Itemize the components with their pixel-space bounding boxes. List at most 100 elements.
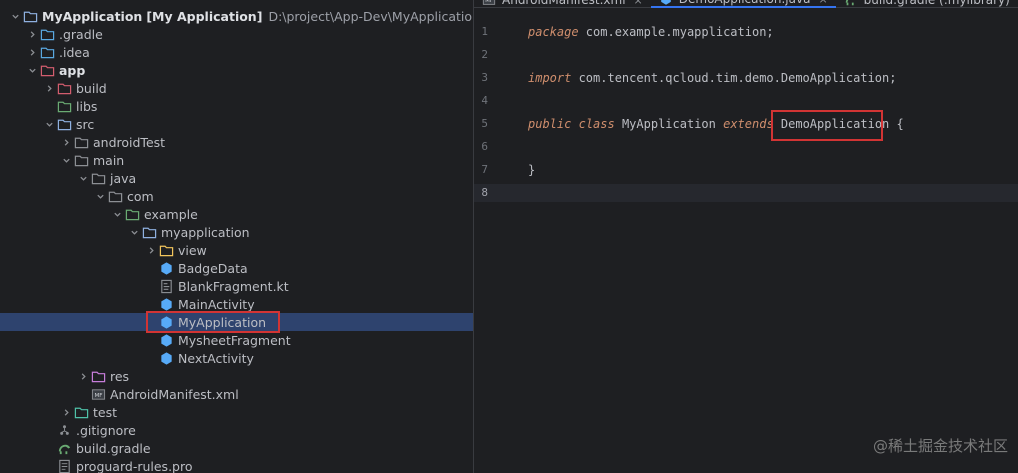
tab-label: build.gradle (:mylibrary)	[863, 0, 1010, 7]
chevron-right-icon[interactable]	[25, 43, 39, 61]
tree-item-view[interactable]: view	[0, 241, 473, 259]
chevron-down-icon[interactable]	[76, 169, 90, 187]
chevron-down-icon[interactable]	[25, 61, 39, 79]
tree-item-build[interactable]: build	[0, 79, 473, 97]
tree-item-main[interactable]: main	[0, 151, 473, 169]
tree-item-label: view	[178, 242, 207, 258]
tree-item-mysheetfragment[interactable]: MysheetFragment	[0, 331, 473, 349]
tree-item-label: res	[110, 368, 130, 384]
tree-item-label: test	[93, 404, 118, 420]
tree-item-label: AndroidManifest.xml	[110, 386, 239, 402]
tree-item-androidtest[interactable]: androidTest	[0, 133, 473, 151]
gradle-file-icon	[844, 0, 858, 7]
line-number-gutter[interactable]: 1 2 3 4 5 6 7 8	[474, 16, 522, 473]
tree-item-java[interactable]: java	[0, 169, 473, 187]
excluded-folder-icon	[56, 80, 72, 96]
tree-item-idea[interactable]: .idea	[0, 43, 473, 61]
tree-item-myapplication[interactable]: myapplication	[0, 223, 473, 241]
code-text: }	[528, 163, 536, 177]
chevron-right-icon[interactable]	[144, 241, 158, 259]
tree-item-myapplication[interactable]: MyApplication	[0, 313, 473, 331]
tree-item-blankfragment-kt[interactable]: BlankFragment.kt	[0, 277, 473, 295]
chevron-down-icon[interactable]	[59, 151, 73, 169]
java-class-icon	[158, 332, 174, 348]
tree-item-badgedata[interactable]: BadgeData	[0, 259, 473, 277]
code-keyword: class	[578, 117, 615, 131]
chevron-down-icon[interactable]	[110, 205, 124, 223]
chevron-down-icon[interactable]	[127, 223, 141, 241]
tree-item-build-gradle[interactable]: build.gradle	[0, 439, 473, 457]
chevron-right-icon[interactable]	[42, 79, 56, 97]
tree-item-src[interactable]: src	[0, 115, 473, 133]
tree-item-label: .gradle	[59, 26, 103, 42]
tree-item-com[interactable]: com	[0, 187, 473, 205]
tab-build-gradle-mylibrary[interactable]: build.gradle (:mylibrary)	[836, 0, 1018, 8]
chevron-down-icon[interactable]	[8, 7, 22, 25]
tree-item-test[interactable]: test	[0, 403, 473, 421]
tree-item-nextactivity[interactable]: NextActivity	[0, 349, 473, 367]
watermark: @稀土掘金技术社区	[872, 437, 1008, 455]
tree-item-label: build	[76, 80, 107, 96]
tab-label: DemoApplication.java	[679, 0, 811, 6]
tree-item-mainactivity[interactable]: MainActivity	[0, 295, 473, 313]
chevron-right-icon[interactable]	[25, 25, 39, 43]
module-folder-icon	[22, 8, 38, 24]
tab-demoapplication-java[interactable]: DemoApplication.java ×	[650, 0, 836, 8]
kotlin-file-icon	[158, 278, 174, 294]
test-folder-icon	[73, 404, 89, 420]
code-line[interactable]: package com.example.myapplication;	[528, 23, 774, 41]
tree-item-label: .gitignore	[76, 422, 136, 438]
tree-item-libs[interactable]: libs	[0, 97, 473, 115]
chevron-right-icon[interactable]	[76, 367, 90, 385]
java-class-icon	[158, 350, 174, 366]
tree-item-androidmanifest-xml[interactable]: MF AndroidManifest.xml	[0, 385, 473, 403]
code-line[interactable]: import com.tencent.qcloud.tim.demo.DemoA…	[528, 69, 896, 87]
manifest-file-icon: MF	[90, 386, 106, 402]
chevron-down-icon[interactable]	[93, 187, 107, 205]
folder-icon	[90, 170, 106, 186]
tree-item-gitignore[interactable]: .gitignore	[0, 421, 473, 439]
java-class-icon	[158, 260, 174, 276]
tab-androidmanifest-xml[interactable]: MF AndroidManifest.xml ×	[474, 0, 651, 8]
folder-icon	[73, 152, 89, 168]
tree-item-app[interactable]: app	[0, 61, 473, 79]
project-path: D:\project\App-Dev\MyApplication	[268, 8, 473, 24]
line-number: 3	[481, 71, 488, 84]
tree-item-label: NextActivity	[178, 350, 254, 366]
chevron-right-icon[interactable]	[59, 403, 73, 421]
code-area[interactable]: package com.example.myapplication; import…	[528, 16, 1018, 473]
folder-icon	[141, 224, 157, 240]
project-tree[interactable]: MyApplication [My Application] D:\project\…	[0, 0, 473, 473]
tree-item-label: myapplication	[161, 224, 250, 240]
close-icon[interactable]: ×	[818, 0, 827, 6]
code-line[interactable]: }	[528, 161, 535, 179]
code-editor[interactable]: MFAndroidManifest.xml×DemoApplication.ja…	[474, 0, 1018, 473]
folder-icon	[39, 44, 55, 60]
library-folder-icon	[56, 98, 72, 114]
folder-icon	[158, 242, 174, 258]
text-file-icon	[56, 458, 72, 473]
tree-item-proguard-rules-pro[interactable]: proguard-rules.pro	[0, 457, 473, 473]
chevron-down-icon[interactable]	[42, 115, 56, 133]
chevron-right-icon[interactable]	[59, 133, 73, 151]
folder-icon	[39, 26, 55, 42]
tree-item-label: MysheetFragment	[178, 332, 291, 348]
tree-item-myapplication[interactable]: MyApplication [My Application] D:\project\…	[0, 7, 473, 25]
tree-item-example[interactable]: example	[0, 205, 473, 223]
tree-item-label: MyApplication	[178, 314, 267, 330]
code-keyword: extends	[723, 117, 774, 131]
code-keyword: import	[528, 71, 572, 85]
project-name-label: [My Application]	[146, 8, 263, 24]
resource-folder-icon	[90, 368, 106, 384]
tree-item-res[interactable]: res	[0, 367, 473, 385]
java-class-icon	[659, 0, 673, 6]
close-icon[interactable]: ×	[634, 0, 643, 7]
code-text: MyApplication	[614, 117, 724, 131]
gitignore-file-icon	[56, 422, 72, 438]
tree-item-gradle[interactable]: .gradle	[0, 25, 473, 43]
